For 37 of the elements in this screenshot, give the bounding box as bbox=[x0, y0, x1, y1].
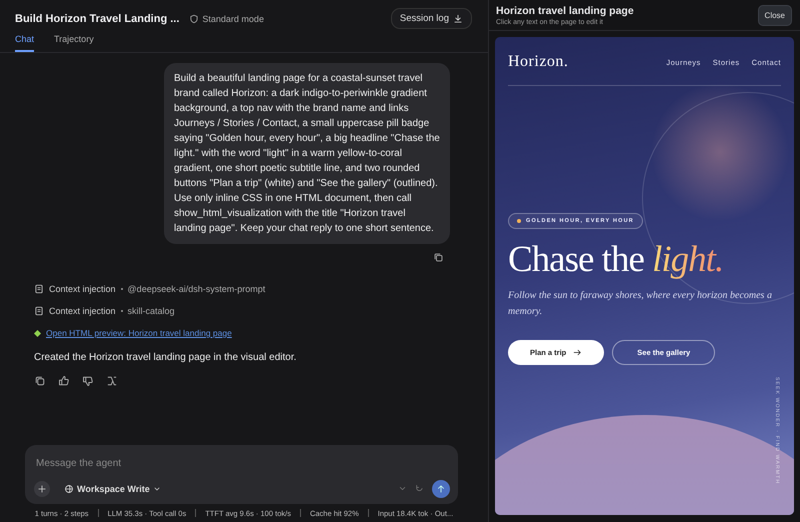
workspace-mode-dropdown[interactable]: Workspace Write bbox=[58, 483, 167, 495]
arrow-up-icon bbox=[436, 484, 446, 494]
event-label: Context injection bbox=[49, 306, 116, 316]
preview-title: Horizon travel landing page bbox=[496, 5, 634, 17]
document-icon bbox=[34, 306, 44, 316]
chevron-down-icon bbox=[152, 485, 161, 493]
diamond-icon bbox=[34, 330, 41, 336]
message-input[interactable]: Message the agent bbox=[34, 457, 454, 470]
document-icon bbox=[34, 284, 44, 294]
chevron-down-icon bbox=[398, 484, 407, 493]
event-label: Context injection bbox=[49, 284, 116, 294]
thumbs-up-icon bbox=[58, 375, 70, 387]
close-button[interactable]: Close bbox=[758, 5, 792, 26]
mode-label: Standard mode bbox=[202, 14, 264, 24]
session-title: Build Horizon Travel Landing ... bbox=[15, 12, 180, 24]
add-button[interactable] bbox=[34, 481, 50, 497]
send-button[interactable] bbox=[432, 480, 450, 498]
preview-link[interactable]: Open HTML preview: Horizon travel landing page bbox=[46, 328, 232, 338]
copy-icon bbox=[433, 252, 444, 263]
tab[interactable]: Chat bbox=[15, 31, 34, 52]
event-detail: @deepseek-ai/dsh-system-prompt bbox=[128, 284, 266, 294]
refresh-icon bbox=[415, 484, 424, 493]
download-icon bbox=[453, 14, 463, 24]
assistant-reply: Created the Horizon travel landing page in the visual editor. bbox=[34, 352, 298, 363]
hero-headline: Chase the light. bbox=[508, 241, 724, 278]
copy-icon bbox=[34, 375, 46, 387]
hero-tagline: Follow the sun to faraway shores, where every horizon becomes a memory. bbox=[508, 289, 773, 319]
event-detail: skill-catalog bbox=[128, 306, 175, 316]
globe-icon bbox=[64, 484, 74, 494]
plus-icon bbox=[37, 484, 47, 494]
user-message: Build a beautiful landing page for a coastal-sunset travel brand called Horizon: a dark indigo-to-periwinkle gradient background, a top nav with the brand name and links Journeys / Stories / Contact, a small uppercase pill badge saying "Golden hour, every hour", a big headline "Chase the light." with the word "light" in a warm yellow-to-coral gradient, one short poetic subtitle line, and two rounded buttons "Plan a trip" (white) and "See the gallery" (outlined). Use only inline CSS in one HTML document, then call show_html_visualization with the title "Horizon travel landing page". Keep your chat reply to one short sentence. bbox=[164, 63, 450, 244]
shield-icon bbox=[189, 14, 200, 24]
session-log-button[interactable]: Session log bbox=[390, 8, 472, 29]
tab[interactable]: Trajectory bbox=[54, 31, 94, 52]
arrow-right-icon bbox=[573, 348, 582, 357]
thumbs-down-icon bbox=[82, 375, 94, 387]
brand-logo: Horizon. bbox=[508, 53, 568, 71]
